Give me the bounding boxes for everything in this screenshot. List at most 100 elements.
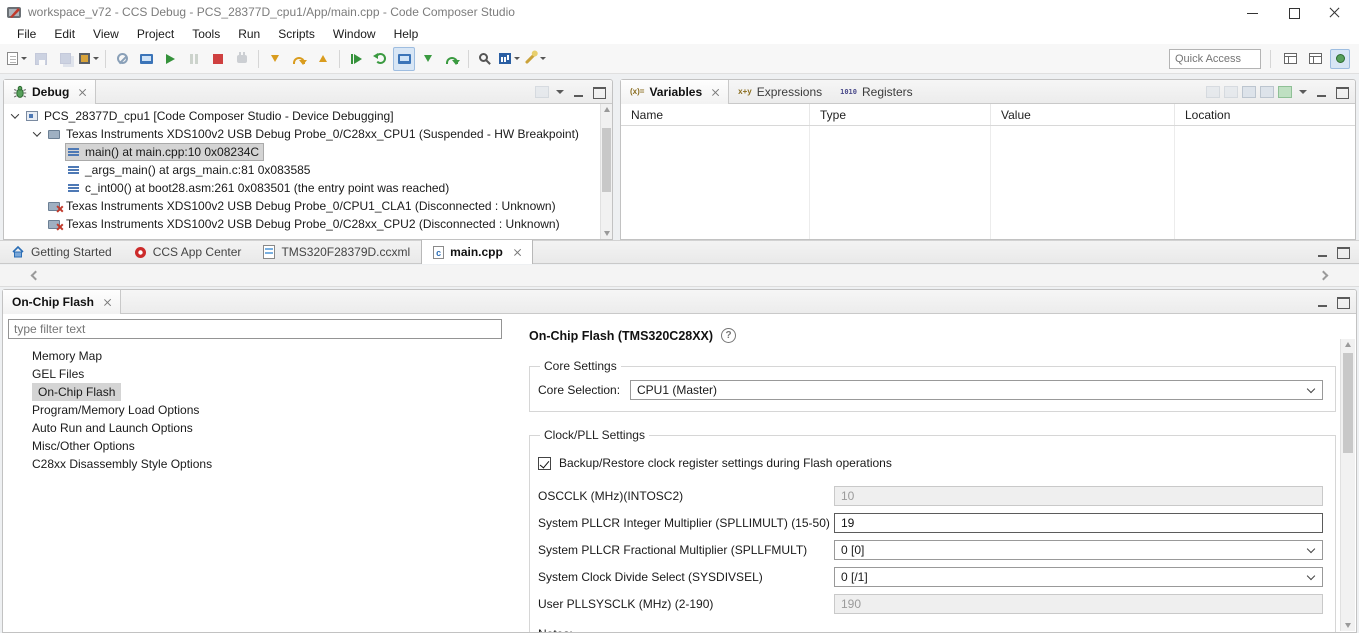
ccs-debug-perspective-button[interactable]: [1330, 48, 1350, 69]
skip-breakpoints-button[interactable]: [111, 47, 133, 71]
scrollbar-thumb[interactable]: [602, 128, 611, 192]
debug-tree-item[interactable]: _args_main() at args_main.c:81 0x083585: [4, 161, 612, 179]
close-tab-icon[interactable]: [513, 248, 521, 256]
step-return-button[interactable]: [312, 47, 334, 71]
debug-tree-item[interactable]: main() at main.cpp:10 0x08234C: [4, 143, 612, 161]
close-tab-icon[interactable]: [78, 88, 86, 96]
tab-debug[interactable]: Debug: [4, 79, 97, 104]
suspend-button[interactable]: [183, 47, 205, 71]
step-into-button[interactable]: [264, 47, 286, 71]
core-selection-select[interactable]: CPU1 (Master): [630, 380, 1323, 400]
nav-item-program-memory-load[interactable]: Program/Memory Load Options: [8, 401, 508, 419]
scrollbar-thumb[interactable]: [1343, 353, 1353, 453]
maximize-view-icon[interactable]: [1334, 84, 1350, 100]
minimize-view-icon[interactable]: [571, 84, 587, 100]
tab-variables[interactable]: (x)= Variables: [621, 79, 730, 104]
scroll-left-icon[interactable]: [30, 270, 41, 281]
help-icon[interactable]: ?: [721, 328, 737, 343]
close-window-icon[interactable]: [1328, 6, 1341, 19]
flash-program-button[interactable]: [78, 47, 100, 71]
refresh-button[interactable]: [369, 47, 391, 71]
nav-item-disassembly-style[interactable]: C28xx Disassembly Style Options: [8, 455, 508, 473]
debug-tree-item[interactable]: c_int00() at boot28.asm:261 0x083501 (th…: [4, 179, 612, 197]
scroll-up-icon[interactable]: [604, 107, 610, 112]
scroll-down-icon[interactable]: [604, 231, 610, 236]
connect-icon[interactable]: [535, 85, 549, 98]
tab-on-chip-flash[interactable]: On-Chip Flash: [3, 289, 121, 314]
connect-target-button[interactable]: [393, 46, 415, 71]
resume-button[interactable]: [159, 47, 181, 71]
minimize-view-icon[interactable]: [1315, 294, 1331, 310]
menu-run[interactable]: Run: [229, 25, 269, 43]
nav-item-auto-run-launch[interactable]: Auto Run and Launch Options: [8, 419, 508, 437]
expander-icon[interactable]: [32, 128, 42, 137]
close-tab-icon[interactable]: [103, 298, 111, 306]
scroll-up-icon[interactable]: [1345, 342, 1351, 347]
nav-item-on-chip-flash[interactable]: On-Chip Flash: [32, 383, 122, 401]
debug-scrollbar[interactable]: [600, 104, 612, 239]
spllfmult-select[interactable]: 0 [0]: [834, 539, 1323, 560]
minimize-window-icon[interactable]: [1246, 6, 1259, 19]
add-global-variables-icon[interactable]: [1278, 85, 1292, 98]
tab-ccs-app-center[interactable]: CCS App Center: [123, 240, 253, 264]
target-configuration-button[interactable]: [135, 47, 157, 71]
collapse-all-icon[interactable]: [1242, 85, 1256, 98]
analysis-button[interactable]: [498, 47, 521, 71]
menu-tools[interactable]: Tools: [183, 25, 229, 43]
flash-scrollbar[interactable]: [1340, 339, 1355, 631]
menu-help[interactable]: Help: [385, 25, 428, 43]
menu-project[interactable]: Project: [128, 25, 183, 43]
view-menu-icon[interactable]: [556, 89, 564, 94]
tab-ccxml[interactable]: TMS320F28379D.ccxml: [252, 240, 421, 264]
new-wizard-button[interactable]: [6, 47, 28, 71]
search-button[interactable]: [474, 47, 496, 71]
menu-window[interactable]: Window: [324, 25, 385, 43]
save-all-button[interactable]: [54, 47, 76, 71]
quick-access-input[interactable]: [1169, 48, 1261, 69]
menu-edit[interactable]: Edit: [45, 25, 84, 43]
nav-item-gel-files[interactable]: GEL Files: [8, 365, 508, 383]
debug-tree-item[interactable]: Texas Instruments XDS100v2 USB Debug Pro…: [4, 197, 612, 215]
new-register-group-icon[interactable]: [1260, 85, 1274, 98]
maximize-window-icon[interactable]: [1287, 6, 1300, 19]
restart-button[interactable]: [345, 47, 367, 71]
debug-tree-item[interactable]: PCS_28377D_cpu1 [Code Composer Studio - …: [4, 107, 612, 125]
maximize-view-icon[interactable]: [1335, 294, 1351, 310]
step-over-button[interactable]: [288, 47, 310, 71]
nav-item-memory-map[interactable]: Memory Map: [8, 347, 508, 365]
tab-expressions[interactable]: x+y Expressions: [729, 80, 831, 104]
maximize-view-icon[interactable]: [591, 84, 607, 100]
menu-scripts[interactable]: Scripts: [269, 25, 324, 43]
close-tab-icon[interactable]: [711, 88, 719, 96]
backup-restore-checkbox[interactable]: [538, 456, 551, 470]
spllimult-input[interactable]: [834, 512, 1323, 533]
scripts-wand-button[interactable]: [523, 47, 547, 71]
menu-file[interactable]: File: [8, 25, 45, 43]
column-header-name[interactable]: Name: [621, 104, 810, 125]
maximize-view-icon[interactable]: [1335, 244, 1351, 260]
filter-input[interactable]: [8, 319, 502, 339]
debug-tree-item[interactable]: Texas Instruments XDS100v2 USB Debug Pro…: [4, 215, 612, 233]
assembly-step-into-button[interactable]: [417, 47, 439, 71]
stack-frame[interactable]: c_int00() at boot28.asm:261 0x083501 (th…: [66, 180, 453, 196]
scroll-down-icon[interactable]: [1345, 623, 1351, 628]
ccs-edit-perspective-button[interactable]: [1305, 49, 1325, 69]
open-perspective-button[interactable]: [1280, 49, 1300, 69]
minimize-view-icon[interactable]: [1314, 84, 1330, 100]
show-logical-structure-icon[interactable]: [1224, 85, 1238, 98]
tab-getting-started[interactable]: Getting Started: [0, 240, 123, 264]
menu-view[interactable]: View: [84, 25, 128, 43]
assembly-step-over-button[interactable]: [441, 47, 463, 71]
save-button[interactable]: [30, 47, 52, 71]
disconnect-button[interactable]: [231, 47, 253, 71]
nav-item-misc-other[interactable]: Misc/Other Options: [8, 437, 508, 455]
terminate-button[interactable]: [207, 47, 229, 71]
tab-registers[interactable]: 1010 Registers: [831, 80, 922, 104]
column-header-location[interactable]: Location: [1175, 104, 1355, 125]
debug-tree-item[interactable]: Texas Instruments XDS100v2 USB Debug Pro…: [4, 125, 612, 143]
stack-frame[interactable]: _args_main() at args_main.c:81 0x083585: [66, 162, 314, 178]
scroll-right-icon[interactable]: [1318, 270, 1329, 281]
sysdivsel-select[interactable]: 0 [/1]: [834, 566, 1323, 587]
expander-icon[interactable]: [10, 110, 20, 119]
minimize-view-icon[interactable]: [1315, 244, 1331, 260]
